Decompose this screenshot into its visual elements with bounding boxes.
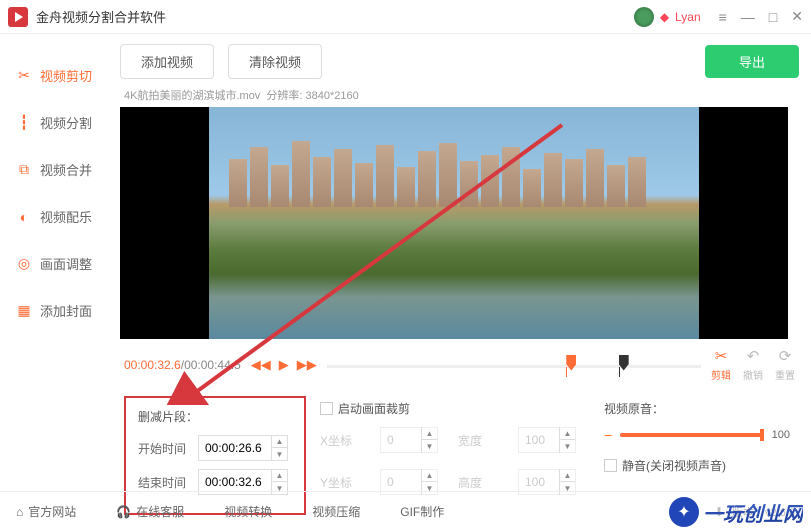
volume-slider[interactable] <box>620 433 763 437</box>
merge-icon: ⧉ <box>16 162 32 178</box>
end-time-label: 结束时间 <box>138 474 190 491</box>
maximize-button[interactable]: □ <box>769 8 777 25</box>
app-title: 金舟视频分割合并软件 <box>36 7 634 26</box>
w-input <box>519 433 559 447</box>
w-label: 宽度 <box>458 432 510 449</box>
app-logo <box>8 7 28 27</box>
username[interactable]: Lyan <box>675 10 701 24</box>
sidebar-item-music[interactable]: ◐ 视频配乐 <box>0 193 120 240</box>
sidebar-item-split[interactable]: ┇ 视频分割 <box>0 99 120 146</box>
scissors-icon: ✂ <box>16 68 32 84</box>
footer-site[interactable]: ⌂官方网站 <box>16 503 76 520</box>
cut-action[interactable]: ✂剪辑 <box>711 347 731 382</box>
x-label: X坐标 <box>320 432 372 449</box>
footer-convert[interactable]: 视频转换 <box>224 503 272 520</box>
sidebar-item-merge[interactable]: ⧉ 视频合并 <box>0 146 120 193</box>
sidebar-label: 画面调整 <box>40 254 92 273</box>
cut-icon: ✂ <box>715 347 728 365</box>
forward-button[interactable]: ▶▶ <box>297 357 317 373</box>
reset-icon: ⟳ <box>779 347 792 365</box>
footer-support[interactable]: 🎧在线客服 <box>116 503 184 520</box>
h-input <box>519 475 559 489</box>
stepper-down[interactable]: ▼ <box>272 448 287 461</box>
enable-crop-checkbox[interactable] <box>320 402 333 415</box>
y-input <box>381 475 421 489</box>
vip-icon: ◆ <box>660 10 669 24</box>
video-preview[interactable] <box>120 107 788 339</box>
undo-action[interactable]: ↶撤销 <box>743 347 763 382</box>
end-time-input[interactable] <box>199 475 271 489</box>
clear-video-button[interactable]: 清除视频 <box>228 44 322 79</box>
adjust-icon: ◎ <box>16 256 32 272</box>
x-input <box>381 433 421 447</box>
file-info: 4K航拍美丽的湖滨城市.mov 分辨率: 3840*2160 <box>120 87 799 103</box>
audio-title: 视频原音： <box>604 400 790 417</box>
undo-icon: ↶ <box>747 347 760 365</box>
crop-panel: 启动画面裁剪 X坐标 ▲▼ Y坐标 ▲▼ <box>320 396 590 503</box>
rewind-button[interactable]: ◀◀ <box>251 357 271 373</box>
audio-panel: 视频原音： − 100 静音(关闭视频声音) <box>604 396 790 484</box>
sidebar-label: 视频配乐 <box>40 207 92 226</box>
cover-icon: ▦ <box>16 303 32 319</box>
start-time-stepper[interactable]: ▲▼ <box>198 435 288 461</box>
export-button[interactable]: 导出 <box>705 45 799 78</box>
support-icon: 🎧 <box>116 505 131 519</box>
version-label: 版本：v2.6.8 <box>732 504 795 520</box>
sidebar-label: 视频分割 <box>40 113 92 132</box>
footer: ⌂官方网站 🎧在线客服 视频转换 视频压缩 GIF制作 ⬇ 版本：v2.6.8 <box>0 491 811 531</box>
reset-action[interactable]: ⟳重置 <box>775 347 795 382</box>
split-icon: ┇ <box>16 115 32 131</box>
footer-compress[interactable]: 视频压缩 <box>312 503 360 520</box>
music-icon: ◐ <box>16 209 32 225</box>
home-icon: ⌂ <box>16 505 23 519</box>
sidebar-label: 视频合并 <box>40 160 92 179</box>
start-time-label: 开始时间 <box>138 440 190 457</box>
sidebar-item-adjust[interactable]: ◎ 画面调整 <box>0 240 120 287</box>
sidebar-item-cover[interactable]: ▦ 添加封面 <box>0 287 120 334</box>
mute-label: 静音(关闭视频声音) <box>622 457 726 474</box>
timeline-start-marker[interactable] <box>566 355 576 371</box>
sidebar-label: 视频剪切 <box>40 66 92 85</box>
timeline[interactable] <box>327 351 701 379</box>
enable-crop-label: 启动画面裁剪 <box>338 400 410 417</box>
mute-checkbox[interactable] <box>604 459 617 472</box>
sidebar-item-cut[interactable]: ✂ 视频剪切 <box>0 52 120 99</box>
timecode: 00:00:32.6/00:00:44.5 <box>124 358 241 372</box>
minimize-button[interactable]: — <box>741 8 755 25</box>
timeline-end-marker[interactable] <box>619 355 629 371</box>
add-video-button[interactable]: 添加视频 <box>120 44 214 79</box>
stepper-up[interactable]: ▲ <box>272 469 287 482</box>
download-icon[interactable]: ⬇ <box>714 505 724 519</box>
menu-button[interactable]: ≡ <box>719 8 727 25</box>
footer-gif[interactable]: GIF制作 <box>400 503 444 520</box>
sidebar-label: 添加封面 <box>40 301 92 320</box>
play-button[interactable]: ▶ <box>279 357 289 373</box>
close-button[interactable]: ✕ <box>791 8 803 25</box>
sidebar: ✂ 视频剪切 ┇ 视频分割 ⧉ 视频合并 ◐ 视频配乐 ◎ 画面调整 ▦ 添加封… <box>0 34 120 484</box>
avatar[interactable] <box>634 7 654 27</box>
stepper-up[interactable]: ▲ <box>272 435 287 448</box>
y-label: Y坐标 <box>320 474 372 491</box>
start-time-input[interactable] <box>199 441 271 455</box>
h-label: 高度 <box>458 474 510 491</box>
minus-icon[interactable]: − <box>604 427 612 443</box>
cut-panel-title: 删减片段： <box>138 408 292 425</box>
volume-value: 100 <box>772 429 790 441</box>
